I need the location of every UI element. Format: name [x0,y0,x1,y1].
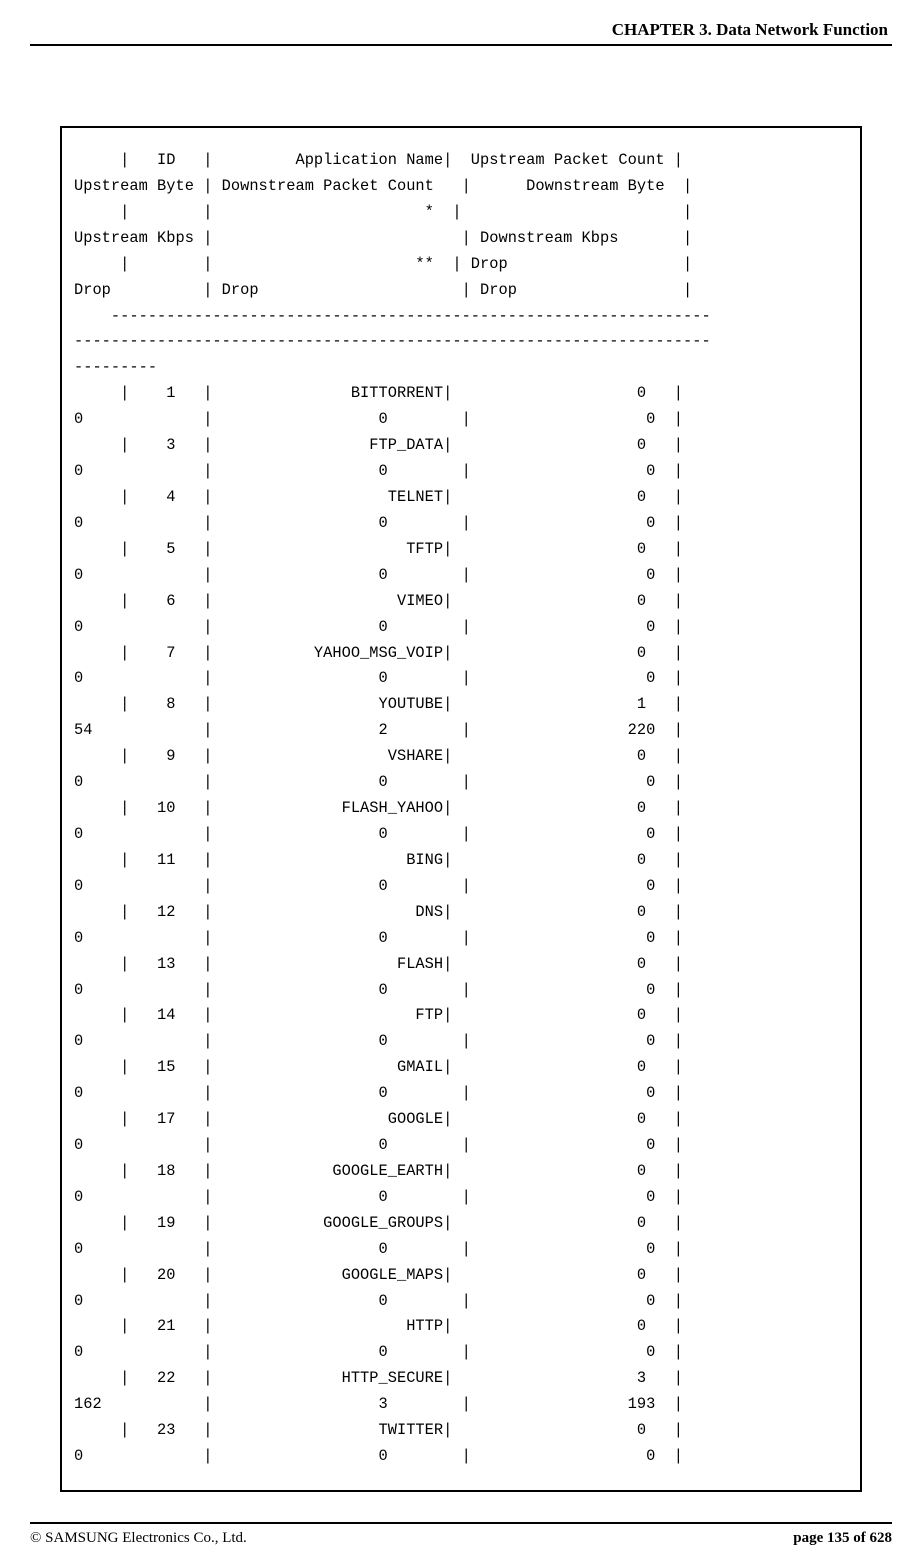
page-footer: © SAMSUNG Electronics Co., Ltd. page 135… [30,1522,892,1547]
footer-copyright: © SAMSUNG Electronics Co., Ltd. [30,1530,247,1547]
footer-row: © SAMSUNG Electronics Co., Ltd. page 135… [30,1530,892,1547]
footer-page-number: page 135 of 628 [793,1530,892,1547]
terminal-text: | ID | Application Name| Upstream Packet… [74,151,711,1465]
terminal-output: | ID | Application Name| Upstream Packet… [60,126,862,1492]
footer-rule [30,1522,892,1524]
chapter-header: CHAPTER 3. Data Network Function [30,20,892,40]
header-rule [30,44,892,46]
document-page: CHAPTER 3. Data Network Function | ID | … [0,0,922,1565]
